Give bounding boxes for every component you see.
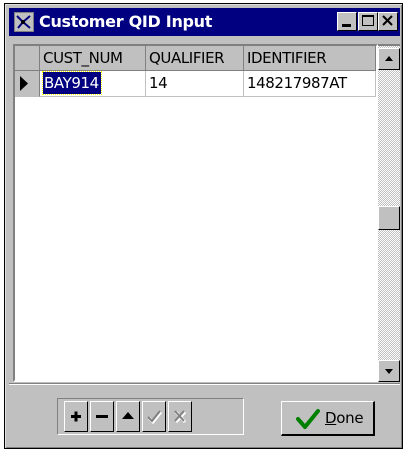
green-check-icon xyxy=(296,409,320,429)
db-navigator xyxy=(57,398,244,435)
plus-icon xyxy=(71,411,81,422)
separator xyxy=(9,383,400,385)
window-title: Customer QID Input xyxy=(39,12,213,31)
scroll-down-button[interactable] xyxy=(378,360,400,382)
column-header-identifier[interactable]: IDENTIFIER xyxy=(244,46,376,71)
up-arrow-icon xyxy=(122,412,134,419)
current-row-indicator[interactable] xyxy=(15,71,40,97)
row-indicator-header xyxy=(15,46,40,71)
selected-cell-text: BAY914 xyxy=(42,71,102,95)
checkmark-icon xyxy=(147,410,163,425)
vertical-scrollbar[interactable] xyxy=(378,44,400,382)
scroll-up-button[interactable] xyxy=(378,48,400,70)
maximize-icon xyxy=(362,15,374,26)
cell-cust-num[interactable]: BAY914 xyxy=(40,71,146,97)
current-row-arrow-icon xyxy=(20,76,28,91)
close-button[interactable] xyxy=(378,12,398,31)
app-icon xyxy=(14,12,34,32)
insert-record-button[interactable] xyxy=(64,401,88,432)
scroll-up-arrow-icon xyxy=(385,56,393,61)
cell-qualifier[interactable]: 14 xyxy=(146,71,244,97)
close-icon xyxy=(382,15,393,26)
cell-identifier[interactable]: 148217987AT xyxy=(244,71,376,97)
edit-record-button[interactable] xyxy=(116,401,140,432)
post-record-button[interactable] xyxy=(142,401,166,432)
column-header-cust-num[interactable]: CUST_NUM xyxy=(40,46,146,71)
done-button-label: Done xyxy=(325,409,364,427)
cancel-edit-button[interactable] xyxy=(168,401,192,432)
customer-qid-window: Customer QID Input CUST_NUM QUALIFIER ID… xyxy=(4,3,403,449)
done-button[interactable]: Done xyxy=(281,401,375,436)
minimize-button[interactable] xyxy=(337,12,357,31)
maximize-button[interactable] xyxy=(358,12,378,31)
scroll-down-arrow-icon xyxy=(385,369,393,374)
minus-icon xyxy=(96,415,108,418)
qid-data-grid[interactable]: CUST_NUM QUALIFIER IDENTIFIER BAY914 14 … xyxy=(13,44,378,382)
column-header-qualifier[interactable]: QUALIFIER xyxy=(146,46,244,71)
scroll-thumb[interactable] xyxy=(378,206,400,230)
title-bar[interactable]: Customer QID Input xyxy=(9,8,400,36)
delete-record-button[interactable] xyxy=(90,401,114,432)
minimize-icon xyxy=(342,24,351,27)
x-icon xyxy=(174,410,187,424)
